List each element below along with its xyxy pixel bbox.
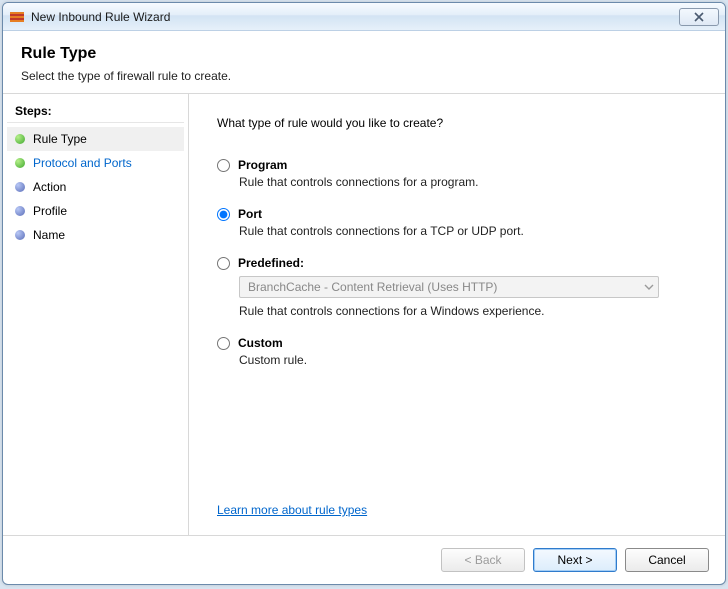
page-header: Rule Type Select the type of firewall ru… (3, 31, 725, 94)
step-protocol-ports[interactable]: Protocol and Ports (7, 151, 184, 175)
radio-program[interactable] (217, 159, 230, 172)
page-subtitle: Select the type of firewall rule to crea… (21, 69, 707, 83)
option-label: Port (238, 207, 262, 221)
bullet-icon (15, 134, 25, 144)
radio-predefined[interactable] (217, 257, 230, 270)
step-label: Rule Type (33, 132, 87, 146)
predefined-select: BranchCache - Content Retrieval (Uses HT… (239, 276, 659, 298)
window-title: New Inbound Rule Wizard (31, 10, 679, 24)
steps-sidebar: Steps: Rule Type Protocol and Ports Acti… (3, 94, 189, 535)
step-name[interactable]: Name (7, 223, 184, 247)
back-button: < Back (441, 548, 525, 572)
option-program: Program Rule that controls connections f… (217, 158, 697, 189)
option-desc: Custom rule. (239, 353, 697, 367)
bullet-icon (15, 206, 25, 216)
option-desc: Rule that controls connections for a TCP… (239, 224, 697, 238)
step-label: Action (33, 180, 66, 194)
cancel-button[interactable]: Cancel (625, 548, 709, 572)
step-label: Name (33, 228, 65, 242)
bullet-icon (15, 230, 25, 240)
title-bar[interactable]: New Inbound Rule Wizard (3, 3, 725, 31)
bullet-icon (15, 182, 25, 192)
content-area: What type of rule would you like to crea… (189, 94, 725, 535)
chevron-down-icon (644, 282, 654, 292)
option-port: Port Rule that controls connections for … (217, 207, 697, 238)
option-label: Program (238, 158, 287, 172)
option-predefined: Predefined: BranchCache - Content Retrie… (217, 256, 697, 318)
learn-more-link[interactable]: Learn more about rule types (217, 503, 367, 517)
radio-custom[interactable] (217, 337, 230, 350)
page-title: Rule Type (21, 45, 707, 63)
step-label: Profile (33, 204, 67, 218)
next-button[interactable]: Next > (533, 548, 617, 572)
option-desc: Rule that controls connections for a pro… (239, 175, 697, 189)
footer: < Back Next > Cancel (3, 535, 725, 584)
option-label: Custom (238, 336, 283, 350)
option-label: Predefined: (238, 256, 304, 270)
bullet-icon (15, 158, 25, 168)
step-rule-type[interactable]: Rule Type (7, 127, 184, 151)
step-action[interactable]: Action (7, 175, 184, 199)
option-custom: Custom Custom rule. (217, 336, 697, 367)
step-label: Protocol and Ports (33, 156, 132, 170)
prompt-text: What type of rule would you like to crea… (217, 116, 697, 130)
body: Steps: Rule Type Protocol and Ports Acti… (3, 94, 725, 535)
select-value: BranchCache - Content Retrieval (Uses HT… (248, 280, 497, 294)
close-icon (694, 12, 704, 22)
radio-port[interactable] (217, 208, 230, 221)
wizard-window: New Inbound Rule Wizard Rule Type Select… (2, 2, 726, 585)
step-profile[interactable]: Profile (7, 199, 184, 223)
option-desc: Rule that controls connections for a Win… (239, 304, 697, 318)
firewall-icon (9, 9, 25, 25)
steps-heading: Steps: (7, 102, 184, 123)
close-button[interactable] (679, 8, 719, 26)
